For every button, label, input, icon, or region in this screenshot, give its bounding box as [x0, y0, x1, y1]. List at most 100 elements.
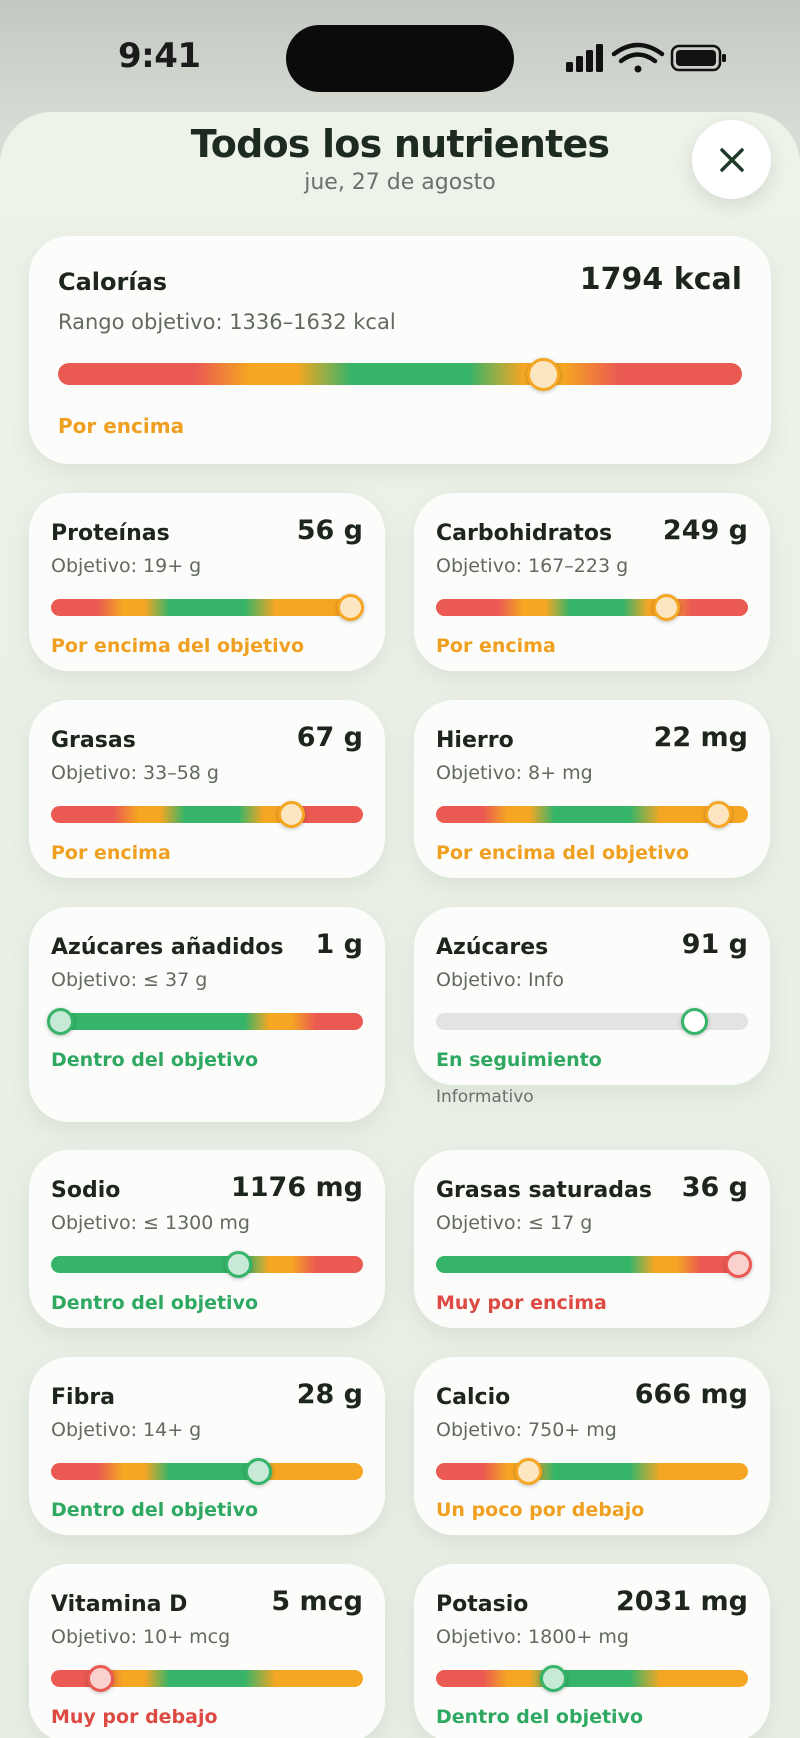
value-marker — [653, 594, 681, 621]
nutrient-card[interactable]: Grasas saturadas 36 g Objetivo: ≤ 17 g Muy … — [414, 1150, 770, 1328]
nutrient-card[interactable]: Calcio 666 mg Objetivo: 750+ mg Un poco por… — [414, 1357, 770, 1535]
nutrient-status: Muy por encima — [436, 1292, 607, 1314]
page-title: Todos los nutrientes — [190, 122, 610, 166]
value-marker — [725, 1251, 752, 1278]
range-bar — [51, 1256, 363, 1273]
nutrient-value: 28 g — [296, 1379, 363, 1410]
nutrient-card[interactable]: Vitamina D 5 mcg Objetivo: 10+ mcg Muy por … — [29, 1564, 385, 1738]
nutrient-target: Objetivo: 1800+ mg — [436, 1626, 629, 1648]
nutrient-target: Objetivo: ≤ 37 g — [51, 969, 208, 991]
value-marker — [681, 1008, 709, 1035]
status-bar: 9:41 — [0, 0, 800, 110]
nutrient-card[interactable]: Potasio 2031 mg Objetivo: 1800+ mg Dentro d… — [414, 1564, 770, 1738]
nutrient-value: 67 g — [296, 722, 363, 753]
range-bar — [436, 1463, 748, 1480]
nutrient-target: Objetivo: 14+ g — [51, 1419, 202, 1441]
nutrient-name: Vitamina D — [51, 1592, 188, 1617]
range-bar — [51, 1463, 363, 1480]
battery-icon — [670, 44, 726, 72]
nutrient-value: 91 g — [681, 929, 748, 960]
range-bar — [58, 363, 742, 385]
nutrient-status: Muy por debajo — [51, 1706, 218, 1728]
nutrient-name: Calcio — [436, 1385, 511, 1410]
nutrient-value: 666 mg — [634, 1379, 748, 1410]
close-icon — [719, 147, 744, 172]
nutrient-note: Informativo — [436, 1087, 534, 1107]
nutrient-name: Grasas — [51, 728, 136, 753]
nutrient-value: 2031 mg — [615, 1586, 748, 1617]
nutrient-name: Azúcares — [436, 935, 549, 960]
value-marker — [337, 594, 365, 621]
nutrient-status: En seguimiento — [436, 1049, 602, 1071]
nutrient-card[interactable]: Proteínas 56 g Objetivo: 19+ g Por encima d… — [29, 493, 385, 671]
nutrient-value: 56 g — [296, 515, 363, 546]
range-bar — [436, 599, 748, 616]
nutrient-value: 1 g — [315, 929, 363, 960]
nutrient-value: 1794 kcal — [579, 262, 742, 297]
nutrient-status: Dentro del objetivo — [436, 1706, 644, 1728]
nutrient-status: Por encima — [51, 842, 171, 864]
nutrient-target: Objetivo: ≤ 17 g — [436, 1212, 593, 1234]
range-bar — [51, 599, 363, 616]
nutrient-card[interactable]: Azúcares añadidos 1 g Objetivo: ≤ 37 g Dent… — [29, 907, 385, 1122]
wifi-icon — [611, 42, 665, 73]
nutrient-card[interactable]: Sodio 1176 mg Objetivo: ≤ 1300 mg Dentro de… — [29, 1150, 385, 1328]
nutrient-card[interactable]: Grasas 67 g Objetivo: 33–58 g Por encima — [29, 700, 385, 878]
nutrient-name: Carbohidratos — [436, 521, 613, 546]
status-icons — [566, 42, 726, 73]
calories-card[interactable]: Calorías 1794 kcal Rango objetivo: 1336–… — [29, 236, 771, 464]
nutrient-name: Grasas saturadas — [436, 1178, 652, 1203]
nutrient-target: Objetivo: 33–58 g — [51, 762, 219, 784]
nutrient-status: Un poco por debajo — [436, 1499, 645, 1521]
cellular-signal-icon — [566, 44, 603, 72]
value-marker — [224, 1251, 252, 1278]
range-bar — [436, 1670, 748, 1687]
nutrient-status: Por encima del objetivo — [436, 842, 690, 864]
nutrient-target: Rango objetivo: 1336–1632 kcal — [58, 310, 396, 334]
dynamic-island — [286, 25, 514, 92]
value-marker — [539, 1665, 567, 1692]
nutrient-value: 1176 mg — [230, 1172, 363, 1203]
nutrient-target: Objetivo: 167–223 g — [436, 555, 629, 577]
range-bar — [51, 1013, 363, 1030]
nutrient-target: Objetivo: 10+ mcg — [51, 1626, 231, 1648]
value-marker — [277, 801, 305, 828]
close-button[interactable] — [692, 120, 771, 199]
range-bar — [436, 1256, 748, 1273]
nutrient-value: 22 mg — [653, 722, 748, 753]
page-date: jue, 27 de agosto — [304, 170, 496, 195]
nutrient-target: Objetivo: 750+ mg — [436, 1419, 617, 1441]
value-marker — [244, 1458, 272, 1485]
nutrient-card[interactable]: Carbohidratos 249 g Objetivo: 167–223 g Por… — [414, 493, 770, 671]
nutrient-value: 36 g — [681, 1172, 748, 1203]
nutrient-name: Azúcares añadidos — [51, 935, 284, 960]
nutrient-card[interactable]: Fibra 28 g Objetivo: 14+ g Dentro del objet… — [29, 1357, 385, 1535]
nutrient-value: 5 mcg — [271, 1586, 363, 1617]
nutrient-name: Hierro — [436, 728, 514, 753]
nutrient-value: 249 g — [662, 515, 748, 546]
nutrient-name: Proteínas — [51, 521, 170, 546]
nutrient-status: Dentro del objetivo — [51, 1292, 259, 1314]
nutrient-name: Fibra — [51, 1385, 116, 1410]
value-marker — [514, 1458, 542, 1485]
nutrient-name: Potasio — [436, 1592, 529, 1617]
nutrient-status: Por encima — [58, 414, 185, 438]
range-bar — [51, 806, 363, 823]
nutrient-name: Sodio — [51, 1178, 121, 1203]
nutrient-status: Dentro del objetivo — [51, 1499, 259, 1521]
nutrient-card[interactable]: Hierro 22 mg Objetivo: 8+ mg Por encima del… — [414, 700, 770, 878]
nutrient-status: Por encima — [436, 635, 556, 657]
nutrient-target: Objetivo: Info — [436, 969, 564, 991]
value-marker — [87, 1665, 115, 1692]
range-bar — [436, 806, 748, 823]
status-time: 9:41 — [118, 36, 201, 76]
nutrient-name: Calorías — [58, 268, 168, 296]
value-marker — [47, 1008, 74, 1035]
nutrient-target: Objetivo: ≤ 1300 mg — [51, 1212, 250, 1234]
nutrient-card[interactable]: Azúcares 91 g Objetivo: Info En seguimiento… — [414, 907, 770, 1107]
nutrient-status: Por encima del objetivo — [51, 635, 305, 657]
nutrient-target: Objetivo: 19+ g — [51, 555, 202, 577]
nutrient-status: Dentro del objetivo — [51, 1049, 259, 1071]
value-marker — [527, 357, 561, 391]
nutrient-target: Objetivo: 8+ mg — [436, 762, 593, 784]
